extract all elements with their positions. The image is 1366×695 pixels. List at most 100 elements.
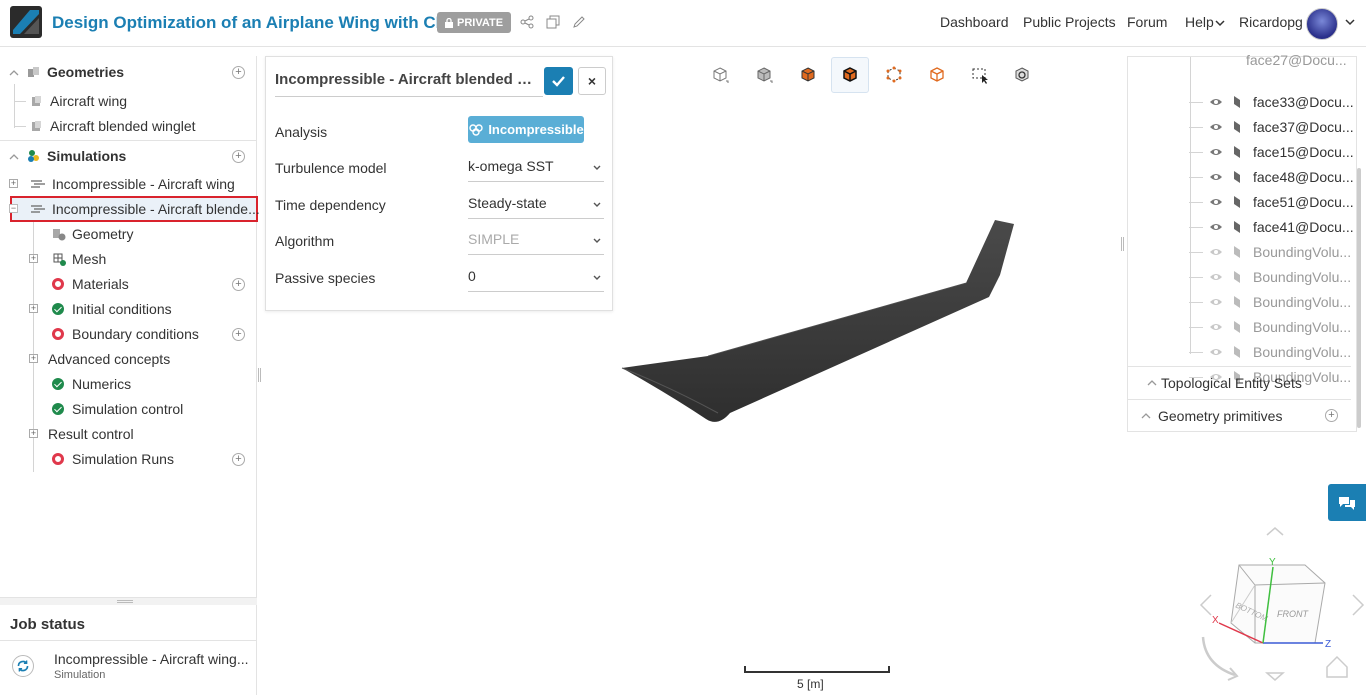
entity-face-label: BoundingVolu... bbox=[1253, 344, 1352, 360]
visibility-eye-icon[interactable] bbox=[1209, 322, 1223, 332]
entity-face-row[interactable]: face15@Docu... bbox=[1209, 142, 1354, 162]
turbulence-model-select[interactable]: k-omega SST bbox=[468, 156, 604, 182]
tree-item-boundary-conditions[interactable]: Boundary conditions bbox=[52, 323, 199, 345]
visibility-eye-icon[interactable] bbox=[1209, 347, 1223, 357]
tree-simulation-item-selected[interactable]: Incompressible - Aircraft blende... bbox=[30, 198, 260, 220]
chat-support-button[interactable] bbox=[1328, 484, 1366, 521]
edit-pencil-icon[interactable] bbox=[572, 15, 586, 29]
algorithm-select[interactable]: SIMPLE bbox=[468, 229, 604, 255]
job-name[interactable]: Incompressible - Aircraft wing... bbox=[54, 651, 249, 667]
close-button[interactable]: × bbox=[578, 67, 606, 95]
rotate-right-arrow-icon[interactable] bbox=[1352, 594, 1365, 616]
view-surfaces-edges-button[interactable] bbox=[831, 57, 869, 93]
analysis-type-button[interactable]: Incompressible bbox=[468, 116, 584, 143]
visibility-eye-icon[interactable] bbox=[1209, 197, 1223, 207]
ok-status-icon bbox=[52, 403, 64, 415]
rotate-down-arrow-icon[interactable] bbox=[1265, 672, 1285, 681]
topological-entity-sets-section[interactable]: Topological Entity Sets bbox=[1127, 366, 1351, 399]
view-wireframe-button[interactable] bbox=[701, 57, 739, 93]
tree-item-materials[interactable]: Materials bbox=[52, 273, 129, 295]
simulations-collapse-icon[interactable] bbox=[9, 152, 19, 162]
confirm-button[interactable] bbox=[544, 67, 573, 95]
job-status-splitter[interactable] bbox=[0, 597, 257, 605]
share-icon[interactable] bbox=[520, 15, 534, 29]
help-chevron-down-icon[interactable] bbox=[1215, 19, 1225, 27]
right-panel-resize-handle[interactable] bbox=[1121, 237, 1124, 251]
tree-simulations-header[interactable]: Simulations bbox=[27, 145, 126, 167]
face-entity-icon bbox=[1234, 121, 1240, 133]
user-chevron-down-icon[interactable] bbox=[1344, 16, 1356, 28]
tree-geometry-item[interactable]: Aircraft blended winglet bbox=[30, 115, 196, 137]
geometries-collapse-icon[interactable] bbox=[9, 68, 19, 78]
scene-settings-button[interactable] bbox=[1003, 57, 1041, 93]
expand-advanced-concepts-icon[interactable]: + bbox=[29, 354, 38, 363]
home-view-icon[interactable] bbox=[1326, 655, 1348, 678]
tree-item-simulation-runs[interactable]: Simulation Runs bbox=[52, 448, 174, 470]
box-select-button[interactable] bbox=[961, 57, 999, 93]
visibility-eye-icon[interactable] bbox=[1209, 147, 1223, 157]
nav-forum[interactable]: Forum bbox=[1127, 14, 1167, 30]
navigation-cube[interactable]: FRONT BOTTOM Z X Y bbox=[1195, 525, 1365, 695]
expand-simulation-icon[interactable]: + bbox=[9, 179, 18, 188]
wing-3d-model[interactable] bbox=[600, 205, 1030, 435]
add-geometry-primitive-icon[interactable]: + bbox=[1325, 409, 1338, 422]
tree-item-advanced-concepts[interactable]: Advanced concepts bbox=[48, 348, 170, 370]
add-boundary-condition-icon[interactable]: + bbox=[232, 328, 245, 341]
nav-public-projects[interactable]: Public Projects bbox=[1023, 14, 1116, 30]
visibility-eye-icon[interactable] bbox=[1209, 97, 1223, 107]
rotate-up-arrow-icon[interactable] bbox=[1266, 527, 1284, 536]
nav-dashboard[interactable]: Dashboard bbox=[940, 14, 1009, 30]
simulation-name-field[interactable]: Incompressible - Aircraft blended win... bbox=[275, 71, 543, 97]
tree-geometry-item[interactable]: Aircraft wing bbox=[30, 90, 127, 112]
tree-item-numerics[interactable]: Numerics bbox=[52, 373, 131, 395]
entity-face-row[interactable]: face33@Docu... bbox=[1209, 92, 1354, 112]
view-transparent-button[interactable] bbox=[918, 57, 956, 93]
entity-face-row[interactable]: BoundingVolu... bbox=[1209, 292, 1351, 312]
entity-face-row[interactable]: face48@Docu... bbox=[1209, 167, 1354, 187]
rotate-left-arrow-icon[interactable] bbox=[1199, 594, 1212, 616]
tree-simulation-item[interactable]: Incompressible - Aircraft wing bbox=[30, 173, 235, 195]
tree-item-mesh[interactable]: Mesh bbox=[52, 248, 106, 270]
add-geometry-icon[interactable]: + bbox=[232, 66, 245, 79]
visibility-eye-icon[interactable] bbox=[1209, 272, 1223, 282]
add-simulation-run-icon[interactable]: + bbox=[232, 453, 245, 466]
tree-item-simulation-control[interactable]: Simulation control bbox=[52, 398, 183, 420]
entity-face-row[interactable]: BoundingVolu... bbox=[1209, 267, 1351, 287]
expand-mesh-icon[interactable]: + bbox=[29, 254, 38, 263]
tree-item-initial-conditions[interactable]: Initial conditions bbox=[52, 298, 172, 320]
expand-initial-conditions-icon[interactable]: + bbox=[29, 304, 38, 313]
cube-front-label[interactable]: FRONT bbox=[1277, 609, 1309, 619]
passive-species-select[interactable]: 0 bbox=[468, 266, 604, 292]
nav-username[interactable]: Ricardopg bbox=[1239, 14, 1303, 30]
entity-face-row[interactable]: BoundingVolu... bbox=[1209, 342, 1351, 362]
entity-face-row[interactable]: face37@Docu... bbox=[1209, 117, 1354, 137]
tree-geometries-header[interactable]: Geometries bbox=[27, 61, 124, 83]
geometry-primitives-section[interactable]: Geometry primitives + bbox=[1127, 399, 1351, 432]
tree-item-label: Simulation Runs bbox=[72, 451, 174, 467]
entity-face-row[interactable]: BoundingVolu... bbox=[1209, 317, 1351, 337]
tree-item-result-control[interactable]: Result control bbox=[48, 423, 134, 445]
visibility-eye-icon[interactable] bbox=[1209, 247, 1223, 257]
collapse-simulation-icon[interactable]: − bbox=[9, 204, 18, 213]
visibility-eye-icon[interactable] bbox=[1209, 297, 1223, 307]
user-avatar[interactable] bbox=[1306, 8, 1338, 40]
visibility-eye-icon[interactable] bbox=[1209, 222, 1223, 232]
view-points-button[interactable] bbox=[875, 57, 913, 93]
visibility-eye-icon[interactable] bbox=[1209, 172, 1223, 182]
add-simulation-icon[interactable]: + bbox=[232, 150, 245, 163]
entity-face-row[interactable]: face41@Docu... bbox=[1209, 217, 1354, 237]
time-dependency-select[interactable]: Steady-state bbox=[468, 193, 604, 219]
entity-face-row[interactable]: face51@Docu... bbox=[1209, 192, 1354, 212]
visibility-eye-icon[interactable] bbox=[1209, 122, 1223, 132]
view-solid-button[interactable] bbox=[745, 57, 783, 93]
nav-help[interactable]: Help bbox=[1185, 14, 1214, 30]
left-panel-resize-handle[interactable] bbox=[258, 368, 261, 382]
entity-list-scrollbar[interactable] bbox=[1357, 168, 1361, 428]
copy-icon[interactable] bbox=[546, 15, 560, 29]
add-material-icon[interactable]: + bbox=[232, 278, 245, 291]
entity-face-row[interactable]: BoundingVolu... bbox=[1209, 242, 1351, 262]
expand-result-control-icon[interactable]: + bbox=[29, 429, 38, 438]
tree-item-geometry[interactable]: Geometry bbox=[52, 223, 133, 245]
simscale-logo-icon[interactable] bbox=[10, 6, 42, 38]
view-surfaces-button[interactable] bbox=[789, 57, 827, 93]
